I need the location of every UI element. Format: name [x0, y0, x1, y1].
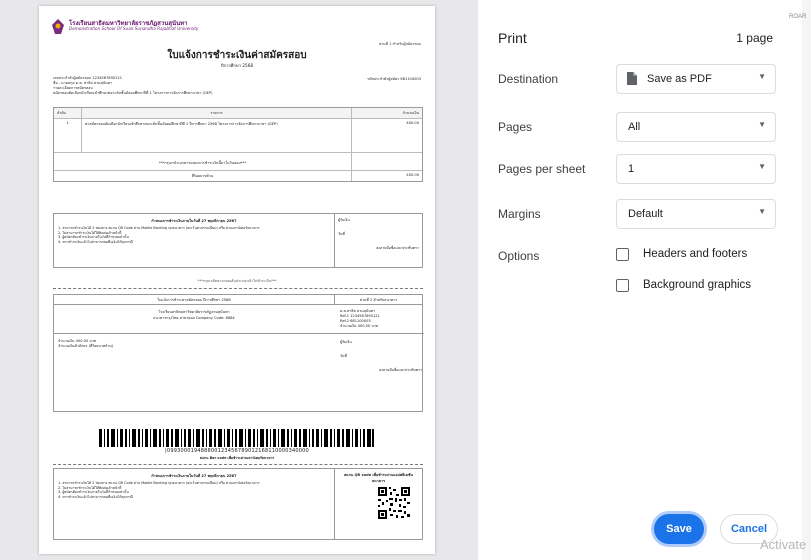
bank-receiver: ผู้รับเงิน วันที่ ลงลายมือชื่อและประทับต…: [340, 339, 422, 373]
document-icon: [627, 72, 637, 85]
applicant-info: เลขประจำตัวผู้สมัครสอบ 1234567890121 ชื่…: [53, 76, 213, 96]
pages-label: Pages: [498, 120, 533, 134]
row-no: 1: [54, 119, 82, 152]
date-label: วันที่: [338, 232, 345, 236]
edge-text: ROAR: [789, 14, 807, 20]
document-page: โรงเรียนสาธิตมหาวิทยาลัยราชภัฏสวนสุนันทา…: [39, 6, 435, 554]
ref-right: รหัสประจำตัวผู้สมัคร 681100003: [367, 77, 421, 81]
payment-box: กำหนดการชำระเงินภายในวันที่ 27 พฤศจิกายน…: [53, 468, 423, 540]
document-subtitle: ปีการศึกษา 2568: [220, 63, 254, 68]
destination-value: Save as PDF: [647, 73, 712, 85]
amount-line: จำนวนเงิน 400.00 บาท: [340, 324, 379, 328]
destination-label: Destination: [498, 72, 559, 86]
table-note-row: ***กรุณานำเอกสารแสดงการชำระเงินนี้มาในวั…: [54, 153, 422, 171]
options-label: Options: [498, 249, 540, 263]
save-button[interactable]: Save: [654, 514, 704, 544]
print-title: Print: [498, 30, 527, 46]
headers-footers-checkbox[interactable]: [616, 248, 629, 261]
total-amount: 400.00: [406, 173, 419, 177]
row-desc: ค่าสมัครสอบคัดเลือกนักเรียนเข้าศึกษาต่อร…: [82, 119, 352, 152]
instruction-4b: 4. หากชำระเงินแล้วไม่สามารถขอคืนเงินได้ท…: [58, 494, 133, 499]
deadline-text: กำหนดการชำระเงินภายในวันที่ 27 พฤศจิกายน…: [151, 219, 237, 223]
barcode-number: |099300019488800123456789012168110000340…: [165, 448, 309, 454]
bank-receiver-label: ผู้รับเงิน: [340, 340, 352, 344]
background-graphics-label[interactable]: Background graphics: [643, 279, 751, 291]
cut-line: [53, 288, 423, 289]
barcode-icon: [99, 429, 374, 447]
table-note: ***กรุณานำเอกสารแสดงการชำระเงินนี้มาในวั…: [54, 153, 352, 170]
bank-copy-label: ส่วนที่ 2 สำหรับธนาคาร: [334, 295, 422, 305]
chevron-down-icon: ▼: [758, 120, 766, 129]
pages-per-sheet-value: 1: [628, 163, 635, 175]
sign-label: ลงลายมือชื่อและประทับตรา: [376, 246, 419, 250]
receiver-label: ผู้รับเงิน: [338, 218, 350, 222]
bank-copy-box: ใบแจ้งการชำระค่าสมัครสอบ ปีการศึกษา 2568…: [53, 294, 424, 412]
activate-watermark: Activate: [760, 537, 807, 552]
qr-code-icon: [377, 486, 411, 520]
bank-date-label: วันที่: [340, 354, 347, 358]
table-header-row: ลำดับ รายการ จำนวนเงิน: [54, 108, 422, 119]
copy-label: ส่วนที่ 1 สำหรับผู้สมัครสอบ: [378, 42, 421, 46]
print-settings-panel: Print 1 page Destination Save as PDF ▼ P…: [478, 0, 811, 560]
barcode-caption: สแกน Bar code เพื่อชำระผ่านเคาน์เตอร์ธนา…: [199, 456, 275, 460]
pages-per-sheet-label: Pages per sheet: [498, 162, 586, 176]
margins-select[interactable]: Default ▼: [616, 199, 776, 229]
school-logo-icon: [52, 19, 64, 34]
chevron-down-icon: ▼: [758, 72, 766, 81]
total-label: สี่ร้อยบาทถ้วน: [54, 171, 352, 181]
print-preview-pane: โรงเรียนสาธิตมหาวิทยาลัยราชภัฏสวนสุนันทา…: [0, 0, 478, 560]
pages-per-sheet-select[interactable]: 1 ▼: [616, 154, 776, 184]
qr-caption: สแกน QR code เพื่อชำระผ่านแอปพลิเคชันธนา…: [344, 473, 413, 483]
margins-value: Default: [628, 208, 663, 220]
amount-words: จำนวนเงินตัวอักษร (สี่ร้อยบาทถ้วน): [58, 344, 114, 348]
pages-value: All: [628, 121, 641, 133]
pages-select[interactable]: All ▼: [616, 112, 776, 142]
deadline-text-2: กำหนดการชำระเงินภายในวันที่ 27 พฤศจิกายน…: [151, 474, 237, 478]
instructions-list: 1. สามารถชำระเงินได้ 2 ช่องทาง สแกน QR C…: [58, 226, 330, 244]
header-amount: จำนวนเงิน: [402, 111, 420, 115]
school-name-english: Demonstration School Of Suan Sunandha Ra…: [69, 26, 199, 31]
destination-select[interactable]: Save as PDF ▼: [616, 64, 776, 94]
program-line: สมัครสอบคัดเลือกนักเรียนเข้าศึกษาต่อระดั…: [53, 91, 213, 95]
instructions-list-2: 1. สามารถชำระเงินได้ 2 ช่องทาง สแกน QR C…: [58, 481, 330, 499]
receiver-box: ผู้รับเงิน วันที่ ลงลายมือชื่อและประทับต…: [334, 214, 422, 267]
table-total-row: สี่ร้อยบาทถ้วน 400.00: [54, 171, 422, 181]
cut-line-2: [53, 464, 423, 465]
fee-table: ลำดับ รายการ จำนวนเงิน 1 ค่าสมัครสอบคัดเ…: [53, 107, 423, 182]
header-no: ลำดับ: [54, 108, 82, 118]
margins-label: Margins: [498, 207, 541, 221]
amount-block: จำนวนเงิน 400.00 บาท จำนวนเงินตัวอักษร (…: [58, 339, 113, 349]
row-amount: 400.00: [406, 121, 419, 125]
bank-copy-title: ใบแจ้งการชำระค่าสมัครสอบ ปีการศึกษา 2568: [54, 295, 334, 305]
background-graphics-checkbox[interactable]: [616, 279, 629, 292]
table-row: 1 ค่าสมัครสอบคัดเลือกนักเรียนเข้าศึกษาต่…: [54, 119, 422, 153]
headers-footers-label[interactable]: Headers and footers: [643, 248, 747, 260]
page-count: 1 page: [736, 31, 773, 45]
bank-sign-label: ลงลายมือชื่อและประทับตรา: [379, 368, 422, 372]
cut-note: ***กรุณาตัดตามรอยเส้นประก่อนนำไปชำระเงิน…: [197, 279, 277, 283]
instruction-4: 4. หากชำระเงินแล้วไม่สามารถขอคืนเงินได้ท…: [58, 239, 133, 244]
chevron-down-icon: ▼: [758, 207, 766, 216]
instructions-box: กำหนดการชำระเงินภายในวันที่ 27 พฤศจิกายน…: [53, 213, 423, 268]
header-desc: รายการ: [82, 108, 352, 118]
window-edge: [802, 0, 811, 560]
bank-company: ธนาคารกรุงไทย สาขาย่อย Company Code: 888…: [153, 316, 235, 320]
bank-ref-block: ด.ช.สาธิต สวนสุนันทา Ref.1 1234567890121…: [340, 309, 380, 329]
chevron-down-icon: ▼: [758, 162, 766, 171]
document-title: ใบแจ้งการชำระเงินค่าสมัครสอบ: [167, 50, 307, 61]
